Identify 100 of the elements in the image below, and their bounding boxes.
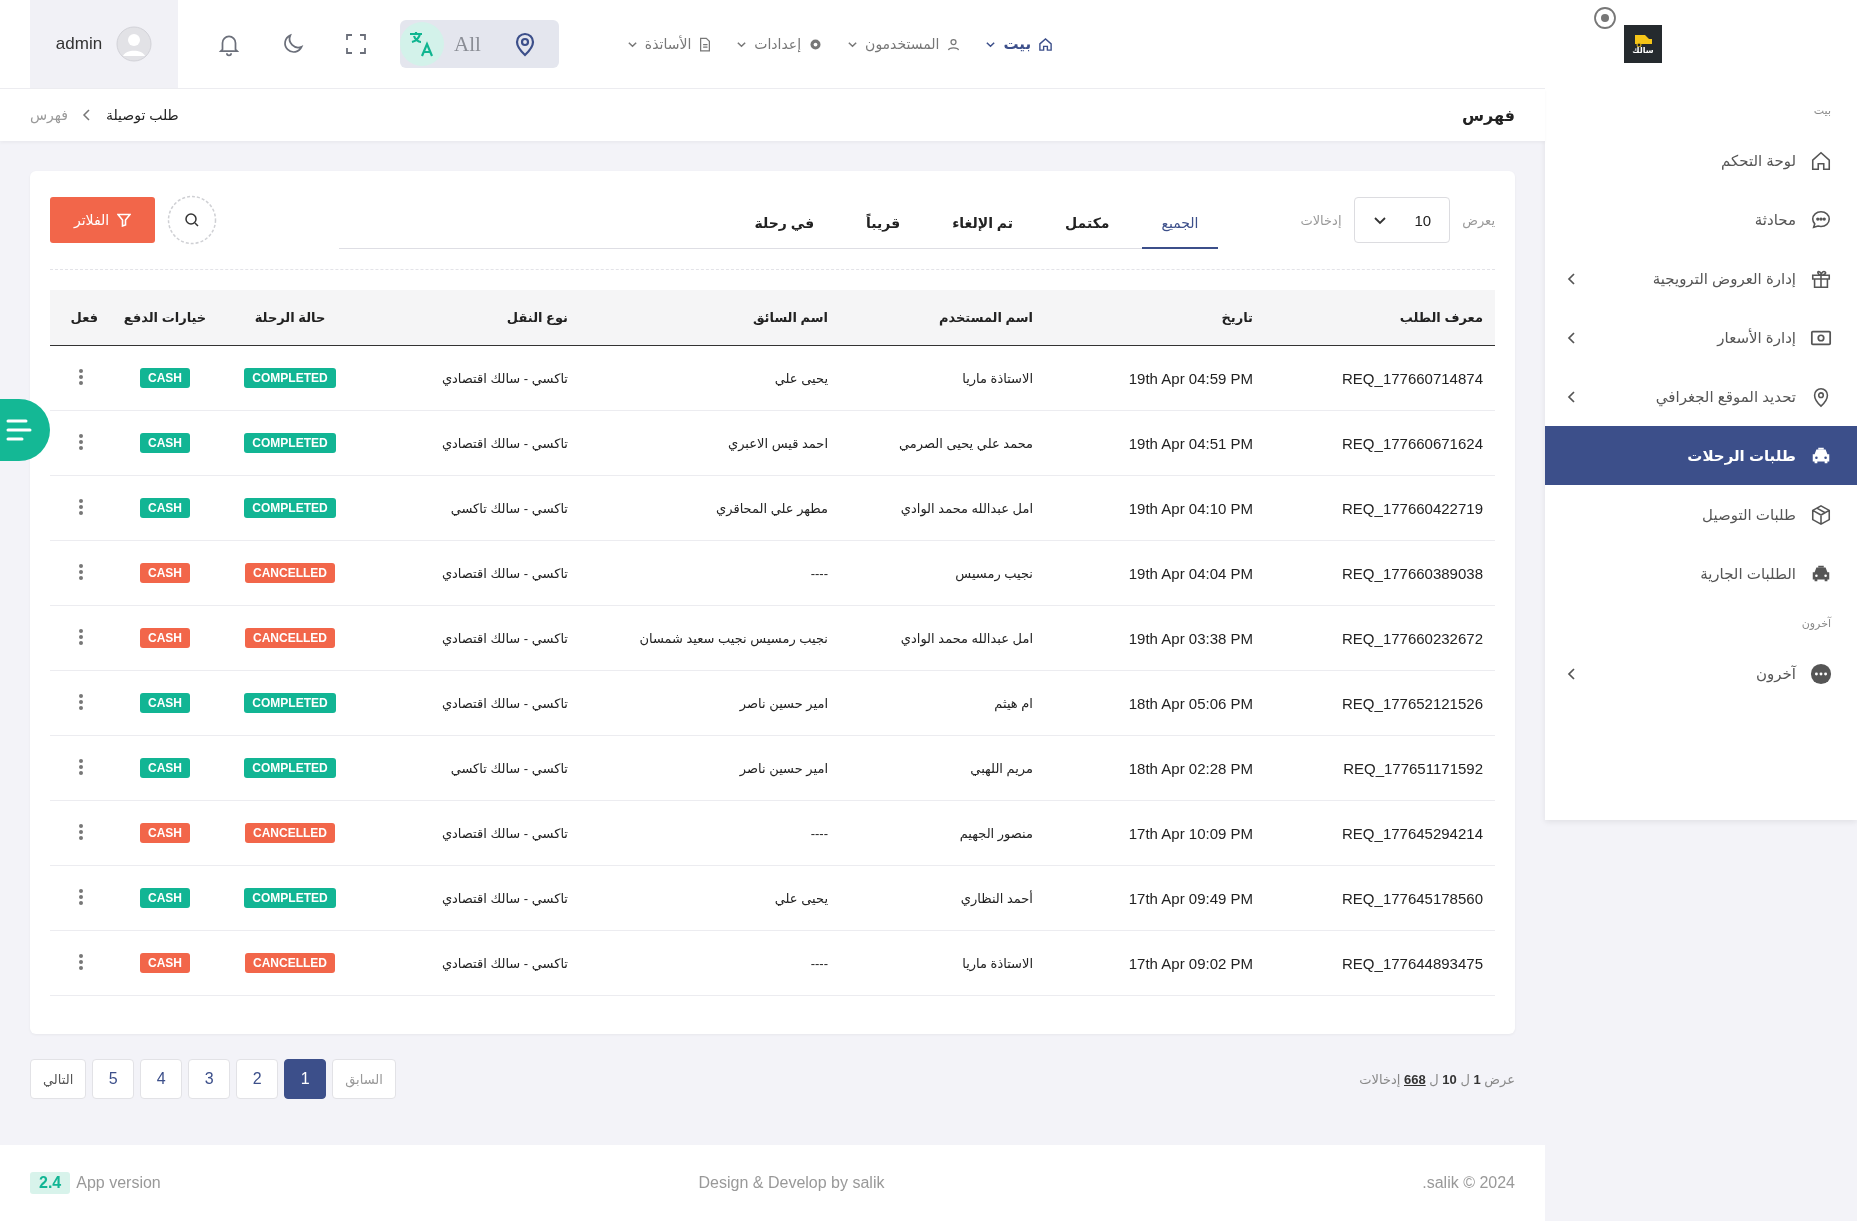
more-icon[interactable] xyxy=(78,692,84,711)
nav-menu[interactable]: المستخدمون xyxy=(847,35,962,53)
sidebar-item[interactable]: لوحة التحكم xyxy=(1545,131,1857,190)
more-icon[interactable] xyxy=(78,887,84,906)
nav-menu[interactable]: إعدادات xyxy=(736,35,824,53)
page-button[interactable]: 5 xyxy=(92,1059,135,1099)
table-cell: REQ_177660389038 xyxy=(1342,564,1483,582)
table-cell: نجيب رمسيس xyxy=(955,565,1033,581)
sidebar-item[interactable]: إدارة العروض الترويجية xyxy=(1545,249,1857,308)
table-cell: REQ_177652121526 xyxy=(1342,694,1483,712)
table-cell: ---- xyxy=(810,565,828,581)
sidebar-item[interactable]: إدارة الأسعار xyxy=(1545,308,1857,367)
table-cell: REQ_177660422719 xyxy=(1342,499,1483,517)
table-cell: 17th Apr 10:09 PM xyxy=(1128,824,1253,842)
filter-tab[interactable]: الجميع xyxy=(1141,205,1219,249)
table-cell: امير حسين ناصر xyxy=(739,760,828,776)
table-cell: REQ_177645178560 xyxy=(1342,889,1483,907)
table-cell: 17th Apr 09:02 PM xyxy=(1128,954,1253,972)
filter-tab[interactable]: في رحلة xyxy=(734,205,835,249)
table-cell: 19th Apr 04:10 PM xyxy=(1128,499,1253,517)
entries-label: إدخالات xyxy=(1300,212,1342,228)
table-cell: 19th Apr 04:04 PM xyxy=(1128,564,1253,582)
table-cell: امل عبدالله محمد الوادي xyxy=(900,500,1033,516)
more-icon[interactable] xyxy=(78,562,84,581)
nav-menu[interactable]: الأساتذة xyxy=(626,35,713,53)
section-label: بيت xyxy=(1812,103,1832,118)
payment-badge: CASH xyxy=(140,758,190,778)
table-cell: ---- xyxy=(810,825,828,841)
status-badge: CANCELLED xyxy=(245,953,335,973)
column-header: معرف الطلب xyxy=(1399,310,1483,325)
user-menu[interactable]: admin xyxy=(30,0,178,88)
table-cell: REQ_177660714874 xyxy=(1342,369,1483,387)
payment-badge: CASH xyxy=(140,823,190,843)
status-badge: COMPLETED xyxy=(244,498,336,518)
logo-text: سالك xyxy=(1632,47,1654,55)
more-icon[interactable] xyxy=(78,367,84,386)
table-cell: تاكسي - سالك اقتصادي xyxy=(441,955,568,971)
filter-tab[interactable]: قريباً xyxy=(846,205,921,249)
column-header: اسم المستخدم xyxy=(938,310,1033,325)
show-label: يعرض xyxy=(1462,212,1495,228)
table-cell: REQ_177645294214 xyxy=(1342,824,1483,842)
filter-tab[interactable]: تم الإلغاء xyxy=(932,205,1034,249)
more-icon[interactable] xyxy=(78,822,84,841)
more-icon[interactable] xyxy=(78,432,84,451)
home-icon xyxy=(1038,36,1054,52)
page-button[interactable]: 2 xyxy=(236,1059,279,1099)
table-cell: تاكسي - سالك اقتصادي xyxy=(441,890,568,906)
payment-badge: CASH xyxy=(140,888,190,908)
table-cell: محمد علي يحيى الصرمي xyxy=(899,435,1033,451)
fullscreen-icon[interactable] xyxy=(344,32,368,56)
table-cell: تاكسي - سالك اقتصادي xyxy=(441,435,568,451)
table-cell: 18th Apr 02:28 PM xyxy=(1128,759,1253,777)
page-button[interactable]: 4 xyxy=(140,1059,183,1099)
table-cell: REQ_177644893475 xyxy=(1342,954,1483,972)
menu-icon[interactable] xyxy=(0,399,50,461)
search-icon[interactable] xyxy=(167,195,218,245)
table-cell: REQ_177651171592 xyxy=(1343,759,1483,777)
sidebar-item[interactable]: محادثة xyxy=(1545,190,1857,249)
more-icon[interactable] xyxy=(78,952,84,971)
document-icon xyxy=(698,36,713,52)
page-button[interactable]: 3 xyxy=(188,1059,231,1099)
sidebar-item[interactable]: الطلبات الجارية xyxy=(1545,544,1857,603)
payment-badge: CASH xyxy=(140,628,190,648)
table-cell: احمد قيس الاعبري xyxy=(728,435,828,451)
copyright-text: .salik © 2024 xyxy=(1422,1174,1515,1192)
sidebar-item[interactable]: طلبات الرحلات xyxy=(1545,426,1857,485)
next-button[interactable]: التالي xyxy=(30,1059,87,1099)
sidebar-item[interactable]: آخرون xyxy=(1545,644,1857,703)
more-icon[interactable] xyxy=(78,627,84,646)
nav-menu[interactable]: بيت xyxy=(985,35,1054,53)
column-header: خيارات الدفع xyxy=(123,310,207,325)
status-badge: COMPLETED xyxy=(244,368,336,388)
breadcrumb-item: طلب توصيلة xyxy=(105,107,179,123)
chat-icon xyxy=(1810,208,1832,231)
table-cell: 17th Apr 09:49 PM xyxy=(1128,889,1253,907)
column-header: نوع النقل xyxy=(506,310,568,325)
box-icon xyxy=(1810,503,1832,526)
section-label: آخرون xyxy=(1800,615,1833,632)
page-size-select[interactable]: 10 xyxy=(1353,197,1451,243)
table-cell: الاستاذة ماريا xyxy=(962,370,1033,386)
filter-tab[interactable]: مكتمل xyxy=(1045,205,1130,249)
payment-badge: CASH xyxy=(140,953,190,973)
table-cell: تاكسي - سالك اقتصادي xyxy=(441,565,568,581)
table-cell: تاكسي - سالك اقتصادي xyxy=(441,825,568,841)
table-cell: نجيب رمسيس نجيب سعيد شمسان xyxy=(639,630,828,646)
table-cell: يحيى علي xyxy=(774,370,828,386)
table-cell: 19th Apr 04:59 PM xyxy=(1128,369,1253,387)
sidebar-item[interactable]: طلبات التوصيل xyxy=(1545,485,1857,544)
page-title: فهرس xyxy=(1461,105,1515,125)
page-button[interactable]: 1 xyxy=(284,1059,327,1099)
sidebar-item[interactable]: تحديد الموقع الجغرافي xyxy=(1545,367,1857,426)
filter-icon xyxy=(117,213,132,227)
more-icon[interactable] xyxy=(78,497,84,516)
column-header: تاريخ xyxy=(1221,310,1253,325)
translate-icon xyxy=(400,22,444,66)
radio-icon[interactable] xyxy=(1593,6,1617,30)
table-cell: ام هيثم xyxy=(994,695,1033,711)
table-cell: مطهر علي المحاقري xyxy=(716,500,828,516)
more-icon[interactable] xyxy=(78,757,84,776)
table-cell: مريم اللهبي xyxy=(970,760,1033,776)
